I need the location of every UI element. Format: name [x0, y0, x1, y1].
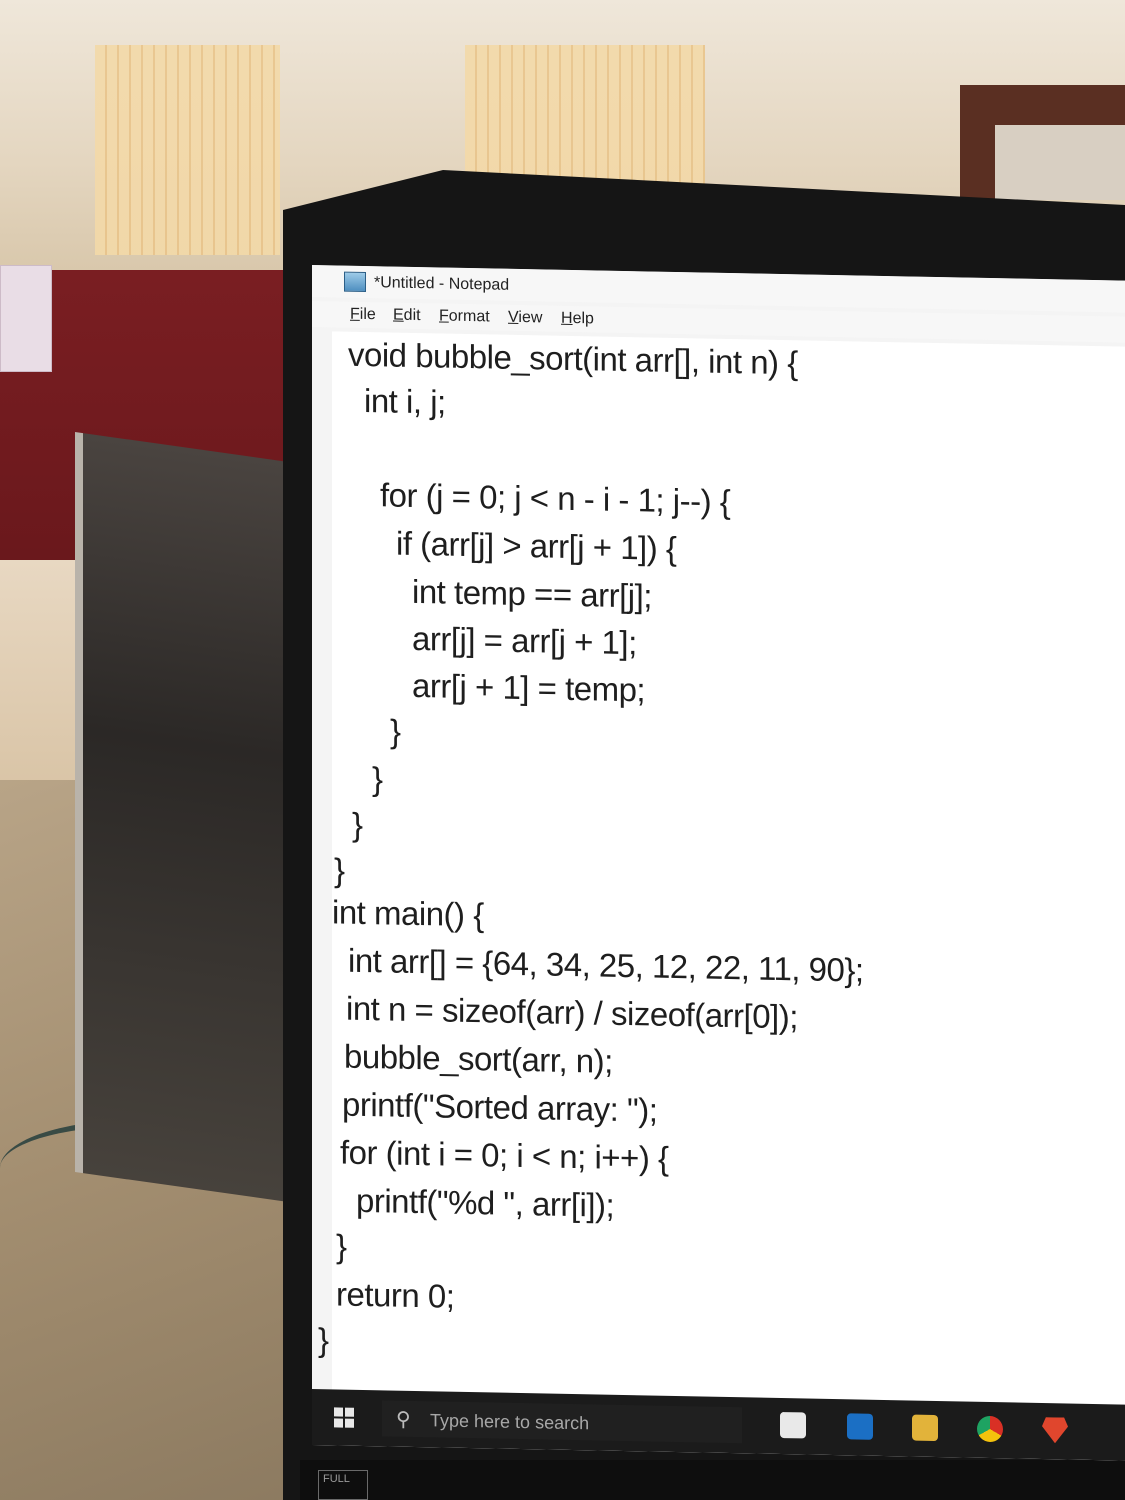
background-laptop: [75, 432, 313, 1206]
search-icon: ⚲: [396, 1408, 411, 1431]
menu-view[interactable]: View: [508, 309, 542, 328]
code-line: arr[j + 1] = temp;: [412, 666, 646, 709]
code-line: if (arr[j] > arr[j + 1]) {: [396, 524, 677, 567]
store-icon[interactable]: [780, 1411, 806, 1439]
menu-format[interactable]: Format: [439, 307, 490, 326]
code-line: printf("Sorted array: ");: [342, 1085, 658, 1129]
code-line: bubble_sort(arr, n);: [344, 1037, 613, 1080]
code-line: for (int i = 0; i < n; i++) {: [340, 1133, 669, 1177]
laptop-bottom-bezel: [300, 1460, 1125, 1500]
search-placeholder: Type here to search: [430, 1410, 590, 1434]
mail-icon[interactable]: [847, 1413, 873, 1440]
windows-logo-icon[interactable]: [334, 1407, 354, 1428]
code-line: }: [372, 760, 383, 798]
fullhd-badge: FULL: [318, 1470, 368, 1500]
notepad-icon: [344, 271, 366, 293]
code-line: arr[j] = arr[j + 1];: [412, 619, 637, 662]
taskbar-search[interactable]: ⚲ Type here to search: [382, 1400, 742, 1444]
brave-icon[interactable]: [1042, 1417, 1068, 1443]
laptop-screen: *Untitled - Notepad File Edit Format Vie…: [312, 265, 1125, 1461]
file-explorer-icon[interactable]: [912, 1414, 938, 1442]
code-line: printf("%d ", arr[i]);: [356, 1181, 615, 1224]
code-line: int arr[] = {64, 34, 25, 12, 22, 11, 90}…: [348, 941, 864, 989]
code-line: return 0;: [336, 1275, 455, 1315]
window-title: *Untitled - Notepad: [374, 274, 510, 294]
wall-poster: [0, 265, 52, 372]
menu-help[interactable]: Help: [561, 310, 594, 329]
code-line: int temp == arr[j];: [412, 572, 652, 615]
window-blind: [95, 45, 280, 255]
menu-file[interactable]: File: [350, 306, 376, 324]
code-line: }: [390, 712, 401, 750]
code-line: void bubble_sort(int arr[], int n) {: [348, 335, 798, 382]
code-line: }: [336, 1227, 347, 1265]
door-panel: [995, 125, 1125, 200]
code-line: }: [352, 805, 363, 843]
code-line: }: [334, 851, 345, 889]
code-line: for (j = 0; j < n - i - 1; j--) {: [380, 476, 731, 521]
chrome-icon[interactable]: [977, 1415, 1003, 1443]
code-line: }: [318, 1321, 329, 1359]
code-line: int n = sizeof(arr) / sizeof(arr[0]);: [346, 989, 798, 1036]
menu-edit[interactable]: Edit: [393, 307, 421, 326]
text-editor[interactable]: void bubble_sort(int arr[], int n) { int…: [318, 331, 1125, 1407]
code-line: int i, j;: [364, 381, 446, 421]
code-line: int main() {: [332, 893, 484, 934]
